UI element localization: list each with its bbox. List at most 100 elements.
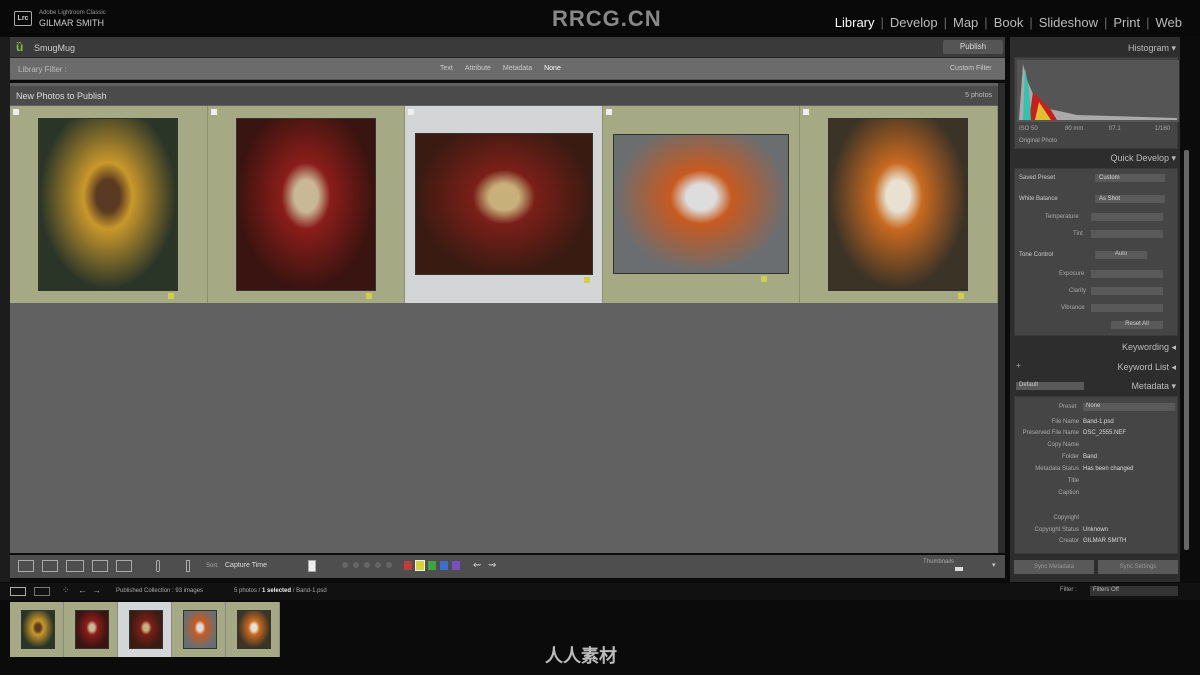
rotate-right-icon[interactable]: ⇝: [488, 560, 496, 571]
photo-thumbnail[interactable]: [415, 133, 594, 275]
back-arrow-icon[interactable]: ←: [78, 585, 87, 595]
grid-scrollbar[interactable]: [998, 83, 1005, 553]
selected-file[interactable]: / Band-1.psd: [293, 588, 327, 594]
metadata-field-value[interactable]: Has been changed: [1083, 466, 1133, 472]
quick-collection-marker[interactable]: [13, 109, 19, 115]
filmstrip-filter-select[interactable]: Filters Off: [1090, 586, 1178, 596]
metadata-field-value[interactable]: Band-1.psd: [1083, 419, 1114, 425]
star-rating-2[interactable]: [353, 562, 359, 568]
quick-collection-marker[interactable]: [605, 109, 612, 115]
metadata-field-value[interactable]: Unknown: [1083, 527, 1108, 533]
tint-buttons[interactable]: [1091, 230, 1163, 238]
filter-none[interactable]: None: [544, 65, 561, 72]
filmstrip-source[interactable]: Published Collection : 93 images: [116, 588, 203, 594]
filmstrip-thumbnail[interactable]: [226, 602, 280, 657]
service-name: SmugMug: [34, 43, 76, 53]
filmstrip-thumbnail[interactable]: [10, 602, 64, 657]
module-print[interactable]: Print: [1107, 15, 1146, 30]
filmstrip-photo: [21, 610, 55, 649]
loupe-view-button[interactable]: [42, 560, 58, 572]
metadata-preset-select[interactable]: None: [1083, 403, 1175, 411]
grid-cell[interactable]: [602, 106, 801, 303]
star-rating-4[interactable]: [375, 562, 381, 568]
star-rating-1[interactable]: [342, 562, 348, 568]
second-window-icon[interactable]: [34, 587, 50, 596]
filmstrip-thumbnail[interactable]: [64, 602, 118, 657]
module-map[interactable]: Map: [947, 15, 984, 30]
vibrance-buttons[interactable]: [1091, 304, 1163, 312]
keywording-header[interactable]: Keywording ◂: [1122, 342, 1176, 353]
metadata-field-value[interactable]: GILMAR SMITH: [1083, 538, 1126, 544]
color-label-badge: [365, 293, 372, 299]
color-label-red[interactable]: [404, 561, 412, 570]
keyword-list-header[interactable]: Keyword List ◂: [1117, 362, 1176, 373]
module-book[interactable]: Book: [988, 15, 1030, 30]
temperature-buttons[interactable]: [1091, 213, 1163, 221]
grid-cell[interactable]: [800, 106, 998, 303]
metadata-field-value[interactable]: DSC_2555.NEF: [1083, 430, 1126, 436]
filmstrip-thumbnail[interactable]: [118, 602, 172, 657]
grid-cell[interactable]: [405, 106, 603, 303]
module-library[interactable]: Library: [829, 15, 881, 30]
sync-metadata-button[interactable]: Sync Metadata: [1014, 560, 1094, 574]
quick-collection-marker[interactable]: [210, 109, 217, 115]
quick-develop-header[interactable]: Quick Develop ▾: [1110, 153, 1176, 164]
add-keyword-icon[interactable]: +: [1016, 361, 1021, 370]
star-rating-5[interactable]: [386, 562, 392, 568]
photo-thumbnail[interactable]: [612, 134, 789, 274]
publish-button[interactable]: Publish: [943, 40, 1003, 54]
saved-preset-value: Custom: [1099, 175, 1120, 181]
aperture-readout: f/7.1: [1109, 126, 1121, 132]
forward-arrow-icon[interactable]: →: [92, 585, 101, 595]
color-label-blue[interactable]: [440, 561, 448, 570]
filter-metadata[interactable]: Metadata: [503, 65, 532, 72]
photo-thumbnail[interactable]: [828, 118, 969, 291]
metadata-header[interactable]: Metadata ▾: [1131, 381, 1176, 392]
color-label-green[interactable]: [428, 561, 436, 570]
toolbar-menu-icon[interactable]: ▾: [992, 561, 996, 569]
clarity-label: Clarity: [1069, 288, 1087, 294]
histogram-header[interactable]: Histogram ▾: [1128, 43, 1176, 54]
survey-view-button[interactable]: [92, 560, 108, 572]
reset-all-button[interactable]: Reset All: [1111, 321, 1163, 329]
grid-cell[interactable]: [207, 106, 406, 303]
original-photo-label[interactable]: Original Photo: [1019, 138, 1057, 144]
filter-attribute[interactable]: Attribute: [465, 65, 491, 72]
flag-icon[interactable]: [308, 560, 316, 572]
grid-icon[interactable]: ⁘: [62, 585, 70, 596]
left-panel-collapsed[interactable]: [0, 37, 10, 582]
color-label-purple[interactable]: [452, 561, 460, 570]
grid-view-button[interactable]: [18, 560, 34, 572]
photo-thumbnail[interactable]: [235, 118, 376, 291]
filmstrip-thumbnail[interactable]: [172, 602, 226, 657]
clarity-buttons[interactable]: [1091, 287, 1163, 295]
quick-collection-marker[interactable]: [408, 109, 415, 115]
sort-select[interactable]: Capture Time: [225, 562, 267, 569]
top-bar: Lrc Adobe Lightroom Classic GILMAR SMITH…: [0, 0, 1200, 36]
color-label-yellow[interactable]: [415, 560, 425, 571]
painter-icon[interactable]: [156, 560, 160, 572]
people-view-button[interactable]: [116, 560, 132, 572]
exposure-buttons[interactable]: [1091, 270, 1163, 278]
sort-direction-icon[interactable]: [186, 560, 190, 572]
rotate-left-icon[interactable]: ⇜: [473, 560, 481, 571]
star-rating-3[interactable]: [364, 562, 370, 568]
auto-tone-button[interactable]: Auto: [1095, 251, 1147, 259]
sync-settings-button[interactable]: Sync Settings: [1098, 560, 1178, 574]
compare-view-button[interactable]: [66, 560, 84, 572]
metadata-field-label: Folder: [1061, 454, 1079, 460]
module-web[interactable]: Web: [1150, 15, 1189, 30]
photo-thumbnail[interactable]: [38, 118, 178, 291]
module-slideshow[interactable]: Slideshow: [1033, 15, 1104, 30]
grid-cell[interactable]: [10, 106, 208, 303]
metadata-view-select[interactable]: Default: [1016, 382, 1084, 390]
quick-collection-marker[interactable]: [803, 109, 810, 115]
module-develop[interactable]: Develop: [884, 15, 944, 30]
filter-preset[interactable]: Custom Filter: [950, 65, 992, 72]
thumbnail-size-slider[interactable]: [955, 567, 963, 571]
metadata-field-value[interactable]: Band: [1083, 454, 1097, 460]
main-window-icon[interactable]: [10, 587, 26, 596]
filter-text[interactable]: Text: [440, 65, 453, 72]
collection-title[interactable]: New Photos to Publish: [16, 91, 107, 101]
right-panel-scrollbar[interactable]: [1184, 150, 1189, 550]
